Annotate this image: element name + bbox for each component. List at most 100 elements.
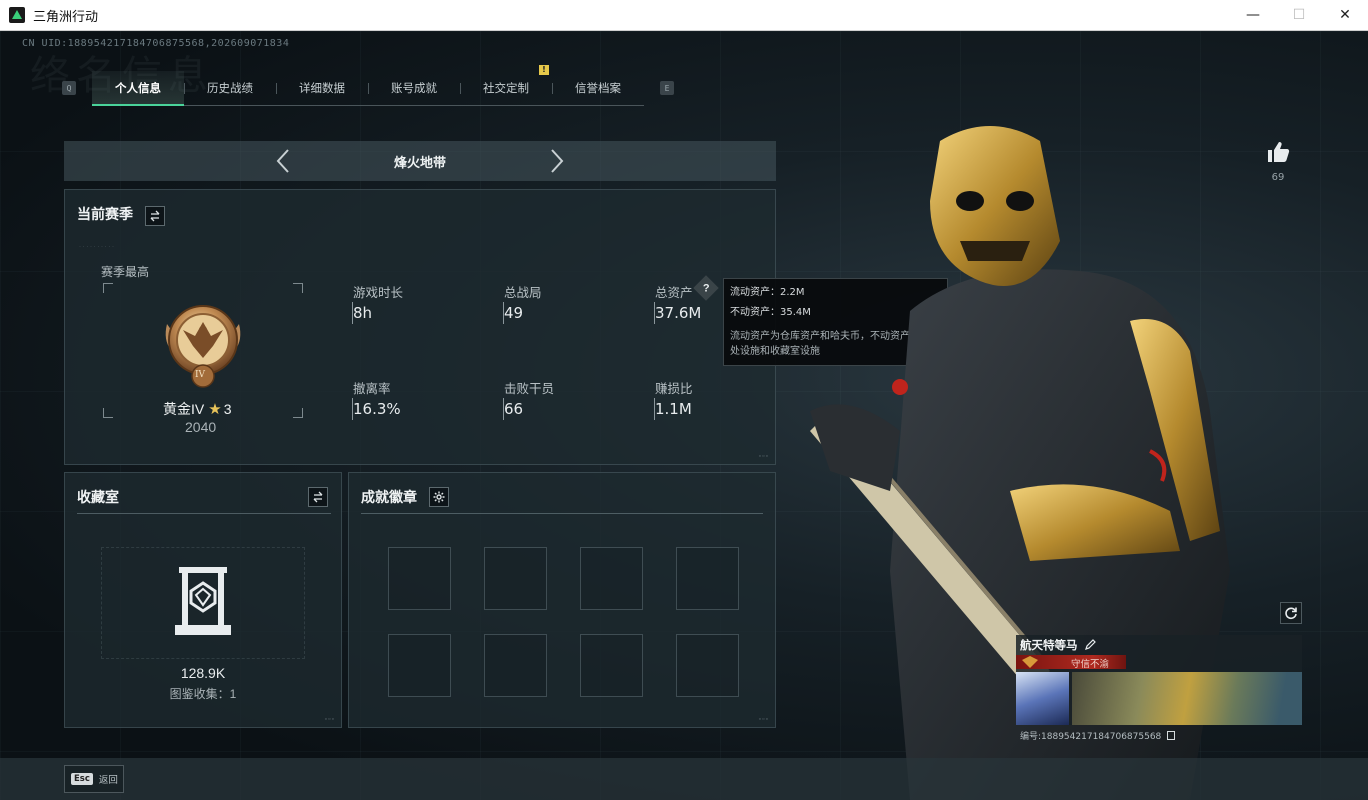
profile-tabs: Q 个人信息 历史战绩 详细数据 账号成就 社交定制! 信誉档案 E [62, 64, 674, 106]
edit-name-icon[interactable] [1084, 639, 1096, 651]
panel-corner-dots: ▫▫▫ [758, 716, 769, 723]
collection-switch-button[interactable] [308, 487, 328, 507]
prev-mode-button[interactable] [270, 147, 296, 175]
season-panel-title: 当前赛季 [77, 207, 133, 223]
tab-label: 历史战绩 [207, 80, 253, 95]
tab-label: 个人信息 [115, 80, 161, 95]
refresh-icon [1285, 607, 1297, 620]
frame-corner [103, 283, 113, 293]
like-count: 69 [1271, 172, 1285, 183]
stat-label-total-matches: 总战局 [504, 285, 542, 300]
rank-line: 黄金IV ★ 3 [163, 399, 231, 419]
refresh-button[interactable] [1280, 602, 1302, 624]
panel-corner-dots: ▫▫▫ [758, 453, 769, 460]
tab-label: 账号成就 [391, 80, 437, 95]
window-titlebar: 三角洲行动 — ☐ ✕ [0, 0, 1368, 31]
season-divider-dots: · · · · · · · · · · [79, 244, 114, 250]
player-avatar[interactable] [1016, 672, 1069, 725]
copy-icon[interactable] [1167, 731, 1176, 740]
next-tab-key-hint[interactable]: E [660, 81, 674, 95]
stat-value-total-assets: 37.6M [655, 304, 702, 322]
app-logo-icon [9, 7, 25, 23]
frame-corner [293, 408, 303, 418]
rank-name: 黄金IV [163, 401, 205, 417]
achievement-settings-button[interactable] [429, 487, 449, 507]
close-button[interactable]: ✕ [1322, 0, 1368, 30]
badge-slot[interactable] [676, 634, 739, 697]
collection-count-value: 1 [229, 687, 237, 701]
swap-icon [150, 210, 160, 222]
achievement-panel: 成就徽章 ▫▫▫ [348, 472, 776, 728]
player-name: 航天特等马 [1020, 638, 1078, 652]
tab-achievements[interactable]: 账号成就 [368, 71, 460, 105]
esc-key-hint: Esc [71, 773, 93, 785]
collection-value: 128.9K [180, 665, 226, 681]
stat-value-profit-loss: 1.1M [655, 400, 692, 418]
next-mode-button[interactable] [544, 147, 570, 175]
stat-label-extraction-rate: 撤离率 [353, 381, 391, 396]
player-title-bar: 守信不渝 [1016, 655, 1126, 670]
tab-detailed-data[interactable]: 详细数据 [276, 71, 368, 105]
window-title: 三角洲行动 [33, 9, 99, 25]
help-icon[interactable]: ? [693, 275, 719, 301]
tab-row: 个人信息 历史战绩 详细数据 账号成就 社交定制! 信誉档案 [92, 64, 644, 106]
gear-icon [433, 491, 445, 503]
season-switch-button[interactable] [145, 206, 165, 226]
player-id-row: 编号:1889542171847068755​68 [1020, 729, 1176, 742]
stat-label-operators-defeated: 击败干员 [504, 381, 555, 396]
panel-underline [77, 513, 331, 514]
stat-value-operators-defeated: 66 [504, 400, 524, 418]
game-viewport: 络名信息 CN UID:1889542171847068755​68,20260… [0, 31, 1368, 800]
panel-underline [361, 513, 763, 514]
player-title: 守信不渝 [1071, 659, 1110, 670]
rank-points: 2040 [185, 419, 217, 435]
badge-slot[interactable] [484, 547, 547, 610]
tab-label: 社交定制 [483, 80, 529, 95]
badge-slot[interactable] [388, 634, 451, 697]
bottom-bar: Esc 返回 [0, 758, 1368, 800]
swap-icon [313, 491, 323, 503]
maximize-button[interactable]: ☐ [1276, 0, 1322, 30]
tab-label: 详细数据 [299, 80, 345, 95]
collection-panel-title: 收藏室 [77, 490, 119, 506]
notification-badge: ! [539, 64, 549, 75]
achievement-panel-title: 成就徽章 [361, 490, 417, 506]
prev-tab-key-hint[interactable]: Q [62, 81, 76, 95]
stat-value-extraction-rate: 16.3% [353, 400, 401, 418]
window-controls: — ☐ ✕ [1230, 0, 1368, 30]
title-emblem-icon [1022, 656, 1038, 668]
badge-slot[interactable] [388, 547, 451, 610]
like-widget[interactable]: 69 [1265, 141, 1291, 183]
star-icon: ★ [208, 401, 222, 418]
mode-title: 烽火地带 [393, 155, 446, 171]
chevron-right-icon [551, 149, 564, 173]
player-card: 航天特等马 守信不渝 [1016, 635, 1302, 725]
badge-slot[interactable] [580, 634, 643, 697]
player-name-row: 航天特等马 [1016, 635, 1096, 653]
mode-selector: 烽火地带 [64, 141, 776, 181]
frame-corner [103, 408, 113, 418]
frame-corner [293, 283, 303, 293]
season-panel: 当前赛季 · · · · · · · · · · 赛季最高 IV 黄金IV ★ … [64, 189, 776, 465]
tab-credit[interactable]: 信誉档案 [552, 71, 644, 105]
stat-label-total-assets: 总资产 [655, 285, 693, 300]
back-label: 返回 [98, 775, 118, 786]
collection-count-line: 图鉴收集：1 [65, 685, 341, 702]
badge-slot[interactable] [580, 547, 643, 610]
stat-value-play-time: 8h [353, 304, 373, 322]
tab-history[interactable]: 历史战绩 [184, 71, 276, 105]
tab-personal-info[interactable]: 个人信息 [92, 70, 184, 106]
stat-value-total-matches: 49 [504, 304, 524, 322]
season-highest-label: 赛季最高 [101, 265, 150, 279]
badge-slot[interactable] [676, 547, 739, 610]
stat-label-profit-loss: 赚损比 [655, 381, 693, 396]
panel-corner-dots: ▫▫▫ [324, 716, 335, 723]
player-banner [1072, 672, 1302, 725]
back-button[interactable]: Esc 返回 [64, 765, 124, 793]
tab-label: 信誉档案 [575, 80, 621, 95]
rank-numeral: IV [195, 370, 206, 380]
badge-slot[interactable] [484, 634, 547, 697]
tab-social[interactable]: 社交定制! [460, 64, 552, 105]
chevron-left-icon [276, 149, 289, 173]
minimize-button[interactable]: — [1230, 0, 1276, 30]
